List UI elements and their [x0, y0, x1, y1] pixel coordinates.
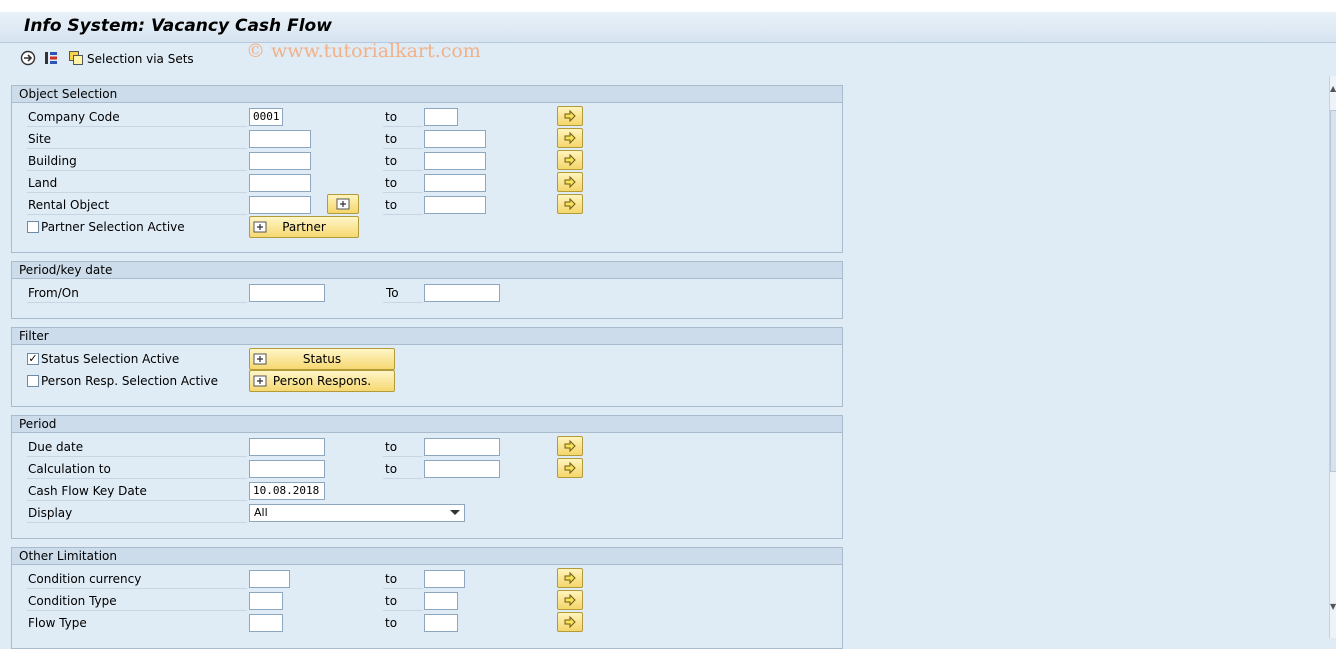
- building-to-input[interactable]: [424, 152, 486, 170]
- calculation-to-to-label: to: [385, 462, 398, 476]
- building-multiple-selection-button[interactable]: [557, 150, 583, 170]
- from-on-input[interactable]: [249, 284, 325, 302]
- person-resp-selection-label: Person Resp. Selection Active: [41, 374, 219, 388]
- cash-flow-key-date-input[interactable]: 10.08.2018: [249, 482, 325, 500]
- person-respons-button[interactable]: Person Respons.: [249, 370, 395, 392]
- site-to-input[interactable]: [424, 130, 486, 148]
- from-on-label: From/On: [28, 286, 79, 300]
- chevron-down-icon: [450, 510, 460, 515]
- flow-type-to-input[interactable]: [424, 614, 458, 632]
- person-respons-button-label: Person Respons.: [272, 374, 372, 388]
- rental-object-label: Rental Object: [28, 198, 110, 212]
- to-date-label: To: [386, 286, 399, 300]
- watermark: © www.tutorialkart.com: [246, 40, 481, 62]
- condition-type-to-label: to: [385, 594, 398, 608]
- other-limitation-header: Other Limitation: [12, 548, 842, 565]
- land-to-label: to: [385, 176, 398, 190]
- site-from-input[interactable]: [249, 130, 311, 148]
- top-strip: [0, 0, 1336, 12]
- condition-currency-label: Condition currency: [28, 572, 142, 586]
- calculation-to-to-input[interactable]: [424, 460, 500, 478]
- calculation-to-multiple-selection-button[interactable]: [557, 458, 583, 478]
- rental-object-from-input[interactable]: [249, 196, 311, 214]
- due-date-to-label: to: [385, 440, 398, 454]
- condition-type-label: Condition Type: [28, 594, 117, 608]
- condition-currency-from-input[interactable]: [249, 570, 290, 588]
- execute-icon[interactable]: [19, 49, 37, 67]
- partner-button[interactable]: Partner: [249, 216, 359, 238]
- land-label: Land: [28, 176, 58, 190]
- building-from-input[interactable]: [249, 152, 311, 170]
- rental-object-search-button[interactable]: [327, 194, 359, 214]
- land-multiple-selection-button[interactable]: [557, 172, 583, 192]
- period-header: Period: [12, 416, 842, 433]
- rental-object-to-label: to: [385, 198, 398, 212]
- due-date-from-input[interactable]: [249, 438, 325, 456]
- flow-type-multiple-selection-button[interactable]: [557, 612, 583, 632]
- due-date-to-input[interactable]: [424, 438, 500, 456]
- filter-header: Filter: [12, 328, 842, 345]
- filter-group: Filter: [11, 327, 843, 407]
- company-code-label: Company Code: [28, 110, 120, 124]
- person-resp-selection-checkbox[interactable]: [27, 375, 39, 387]
- selection-screen-icon: [253, 373, 267, 393]
- rental-object-to-input[interactable]: [424, 196, 486, 214]
- company-code-to-input[interactable]: [424, 108, 458, 126]
- status-selection-label: Status Selection Active: [41, 352, 180, 366]
- company-code-to-label: to: [385, 110, 398, 124]
- multiple-selection-icon[interactable]: [42, 49, 60, 67]
- condition-currency-to-label: to: [385, 572, 398, 586]
- company-code-from-input[interactable]: 0001: [249, 108, 283, 126]
- due-date-label: Due date: [28, 440, 84, 454]
- scroll-up-icon[interactable]: ▲: [1330, 84, 1336, 93]
- site-to-label: to: [385, 132, 398, 146]
- site-multiple-selection-button[interactable]: [557, 128, 583, 148]
- status-button-label: Status: [302, 352, 342, 366]
- selection-screen-icon: [253, 219, 267, 239]
- display-label: Display: [28, 506, 73, 520]
- site-label: Site: [28, 132, 52, 146]
- period-key-date-header: Period/key date: [12, 262, 842, 279]
- rental-object-multiple-selection-button[interactable]: [557, 194, 583, 214]
- selection-via-sets-button[interactable]: Selection via Sets: [87, 52, 194, 66]
- condition-currency-multiple-selection-button[interactable]: [557, 568, 583, 588]
- display-dropdown-value: All: [254, 506, 268, 519]
- scroll-down-icon[interactable]: ▼: [1330, 602, 1336, 611]
- due-date-multiple-selection-button[interactable]: [557, 436, 583, 456]
- selection-via-sets-icon[interactable]: [67, 49, 85, 67]
- condition-type-multiple-selection-button[interactable]: [557, 590, 583, 610]
- flow-type-from-input[interactable]: [249, 614, 283, 632]
- to-date-input[interactable]: [424, 284, 500, 302]
- land-to-input[interactable]: [424, 174, 486, 192]
- company-code-multiple-selection-button[interactable]: [557, 106, 583, 126]
- application-toolbar: [0, 43, 1336, 76]
- partner-selection-checkbox[interactable]: [27, 221, 39, 233]
- display-dropdown[interactable]: All: [249, 504, 465, 522]
- flow-type-label: Flow Type: [28, 616, 87, 630]
- selection-screen-icon: [253, 351, 267, 371]
- status-selection-checkbox[interactable]: ✓: [27, 353, 39, 365]
- flow-type-to-label: to: [385, 616, 398, 630]
- building-label: Building: [28, 154, 77, 168]
- condition-type-from-input[interactable]: [249, 592, 283, 610]
- condition-type-to-input[interactable]: [424, 592, 458, 610]
- object-selection-header: Object Selection: [12, 86, 842, 103]
- partner-selection-label: Partner Selection Active: [41, 220, 185, 234]
- condition-currency-to-input[interactable]: [424, 570, 465, 588]
- land-from-input[interactable]: [249, 174, 311, 192]
- partner-button-label: Partner: [282, 220, 326, 234]
- calculation-to-from-input[interactable]: [249, 460, 325, 478]
- status-button[interactable]: Status: [249, 348, 395, 370]
- calculation-to-label: Calculation to: [28, 462, 111, 476]
- page-title: Info System: Vacancy Cash Flow: [24, 16, 332, 36]
- building-to-label: to: [385, 154, 398, 168]
- cash-flow-key-date-label: Cash Flow Key Date: [28, 484, 147, 498]
- scrollbar-thumb[interactable]: [1330, 110, 1336, 472]
